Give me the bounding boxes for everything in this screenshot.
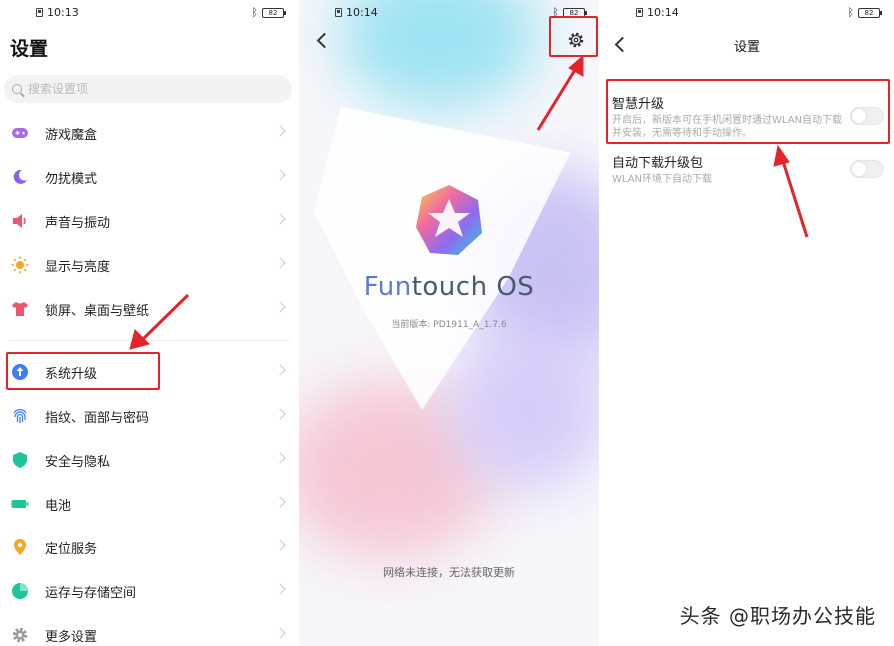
sim-icon bbox=[636, 8, 643, 17]
system-upgrade-screen: 10:14 ᛒ 82 Funtouch OS 当前版本: PD1911_A_1.… bbox=[299, 0, 599, 646]
battery-icon: 82 bbox=[262, 7, 286, 18]
menu-item-dnd[interactable]: 勿扰模式 bbox=[0, 157, 298, 197]
chevron-right-icon bbox=[274, 364, 286, 376]
status-time: 10:13 bbox=[47, 6, 79, 19]
network-status: 网络未连接，无法获取更新 bbox=[383, 566, 515, 579]
menu-label: 勿扰模式 bbox=[45, 172, 98, 187]
chevron-right-icon bbox=[274, 452, 286, 464]
chevron-right-icon bbox=[274, 627, 286, 639]
divider bbox=[10, 340, 290, 341]
settings-screen: 10:13 ᛒ 82 设置 游戏魔盒 勿扰模式 声音与振动 显示与亮度 锁屏、桌… bbox=[0, 0, 298, 646]
menu-label: 指纹、面部与密码 bbox=[45, 411, 150, 426]
status-bar: 10:14 ᛒ 82 bbox=[600, 5, 894, 21]
fingerprint-icon bbox=[13, 409, 27, 423]
sim-icon bbox=[335, 8, 342, 17]
chevron-right-icon bbox=[274, 583, 286, 595]
chevron-right-icon bbox=[274, 125, 286, 137]
brand-rest: touch OS bbox=[411, 272, 535, 302]
brand-fun: Fun bbox=[363, 272, 412, 302]
menu-label: 显示与亮度 bbox=[45, 260, 111, 275]
chevron-right-icon bbox=[274, 496, 286, 508]
option-description: WLAN环境下自动下载 bbox=[612, 174, 713, 185]
menu-label: 声音与振动 bbox=[45, 216, 111, 231]
auto-download-toggle[interactable] bbox=[850, 160, 884, 178]
status-time: 10:14 bbox=[346, 6, 378, 19]
menu-item-storage[interactable]: 运存与存储空间 bbox=[0, 571, 298, 611]
speaker-icon bbox=[13, 214, 26, 228]
chevron-right-icon bbox=[274, 301, 286, 313]
battery-icon: 82 bbox=[858, 7, 882, 18]
menu-label: 电池 bbox=[45, 499, 72, 514]
status-bar: 10:13 ᛒ 82 bbox=[0, 5, 298, 21]
menu-item-display[interactable]: 显示与亮度 bbox=[0, 245, 298, 285]
menu-label: 锁屏、桌面与壁纸 bbox=[45, 304, 150, 319]
version-text: 当前版本: PD1911_A_1.7.6 bbox=[391, 320, 507, 330]
menu-item-more-settings[interactable]: 更多设置 bbox=[0, 615, 298, 646]
gamepad-icon bbox=[12, 128, 28, 138]
storage-icon bbox=[12, 583, 28, 599]
page-title: 设置 bbox=[733, 40, 760, 55]
gear-icon bbox=[12, 627, 28, 643]
menu-label: 安全与隐私 bbox=[45, 455, 111, 470]
menu-item-fingerprint[interactable]: 指纹、面部与密码 bbox=[0, 396, 298, 436]
chevron-right-icon bbox=[274, 539, 286, 551]
page-title: 设置 bbox=[10, 38, 49, 60]
highlight-box bbox=[6, 352, 160, 390]
menu-label: 更多设置 bbox=[45, 630, 98, 645]
bluetooth-icon: ᛒ bbox=[847, 6, 854, 19]
option-title: 自动下载升级包 bbox=[612, 156, 704, 171]
brand-name: Funtouch OS bbox=[299, 272, 599, 302]
watermark: 头条 @职场办公技能 bbox=[679, 604, 876, 628]
moon-icon bbox=[13, 169, 27, 184]
menu-label: 运存与存储空间 bbox=[45, 586, 137, 601]
menu-label: 游戏魔盒 bbox=[45, 128, 98, 143]
sim-icon bbox=[36, 8, 43, 17]
chevron-right-icon bbox=[274, 408, 286, 420]
sun-icon bbox=[11, 256, 29, 274]
search-input[interactable] bbox=[28, 82, 268, 96]
status-time: 10:14 bbox=[647, 6, 679, 19]
chevron-right-icon bbox=[274, 213, 286, 225]
menu-item-battery[interactable]: 电池 bbox=[0, 484, 298, 524]
chevron-right-icon bbox=[274, 169, 286, 181]
menu-item-wallpaper[interactable]: 锁屏、桌面与壁纸 bbox=[0, 289, 298, 329]
menu-item-location[interactable]: 定位服务 bbox=[0, 527, 298, 567]
battery-icon bbox=[11, 500, 29, 508]
highlight-box bbox=[606, 79, 890, 144]
menu-item-game-box[interactable]: 游戏魔盒 bbox=[0, 113, 298, 153]
menu-label: 定位服务 bbox=[45, 542, 98, 557]
upgrade-settings-screen: 10:14 ᛒ 82 设置 智慧升级 开启后，新版本可在手机闲置时通过WLAN自… bbox=[600, 0, 894, 646]
search-icon bbox=[12, 84, 22, 94]
menu-item-security[interactable]: 安全与隐私 bbox=[0, 440, 298, 480]
highlight-box bbox=[549, 16, 598, 57]
bluetooth-icon: ᛒ bbox=[251, 6, 258, 19]
shirt-icon bbox=[12, 302, 28, 316]
chevron-right-icon bbox=[274, 257, 286, 269]
shield-icon bbox=[13, 452, 27, 468]
funtouch-logo-icon bbox=[416, 185, 482, 255]
menu-item-sound[interactable]: 声音与振动 bbox=[0, 201, 298, 241]
location-icon bbox=[14, 539, 26, 555]
search-bar[interactable] bbox=[4, 75, 292, 103]
